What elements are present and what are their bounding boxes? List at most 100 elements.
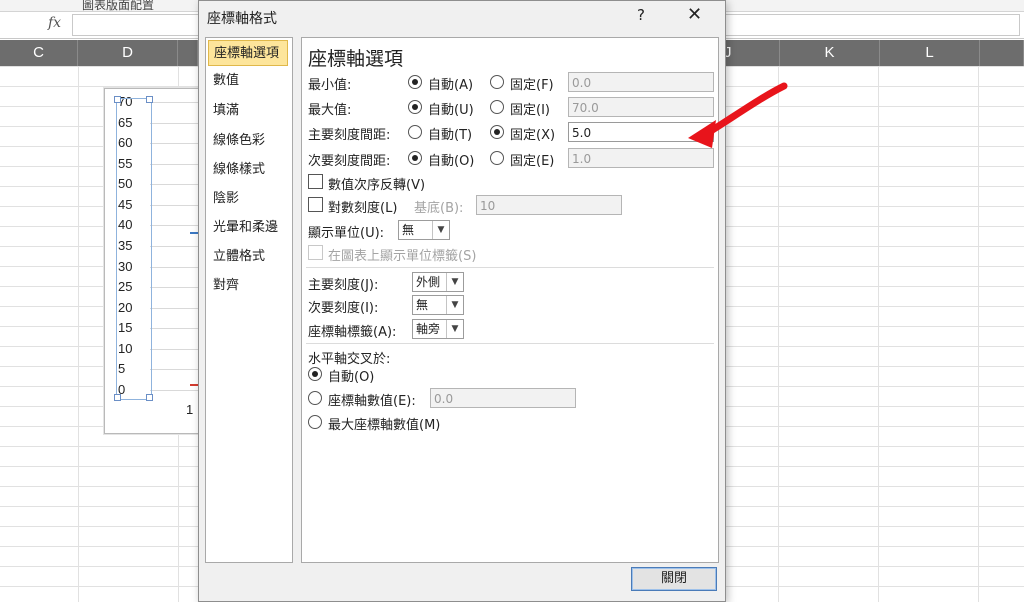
min-row: 最小值: 自動(A) 固定(F) 0.0 xyxy=(302,72,718,93)
show-units-row: 在圖表上顯示單位標籤(S) xyxy=(302,243,718,264)
log-scale-checkbox[interactable] xyxy=(308,197,323,212)
column-header-c[interactable]: C xyxy=(0,40,78,66)
nav-glow-soft-edges[interactable]: 光暈和柔邊 xyxy=(208,215,288,241)
axis-labels-row: 座標軸標籤(A): 軸旁 ▼ xyxy=(302,319,718,340)
show-units-label-checkbox[interactable] xyxy=(308,245,323,260)
chart-gridline xyxy=(150,102,200,103)
max-fixed-label: 固定(I) xyxy=(510,103,550,118)
chart-gridline xyxy=(150,122,200,124)
minor-tick-value: 無 xyxy=(416,298,429,312)
chevron-down-icon: ▼ xyxy=(432,221,449,239)
chart-gridline xyxy=(150,246,200,247)
cross-max-radio[interactable] xyxy=(308,415,322,429)
column-header-e-partial[interactable] xyxy=(178,40,198,66)
display-units-row: 顯示單位(U): 無 ▼ xyxy=(302,220,718,241)
nav-number[interactable]: 數值 xyxy=(208,68,288,94)
column-header-j[interactable]: J xyxy=(724,40,780,66)
minor-unit-label: 次要刻度間距: xyxy=(308,154,391,169)
chart-gridline xyxy=(150,266,200,268)
axis-labels-value: 軸旁 xyxy=(416,322,441,336)
selection-handle[interactable] xyxy=(114,96,121,103)
column-header-m-partial[interactable] xyxy=(980,40,1024,66)
divider xyxy=(306,343,714,344)
chart-gridline xyxy=(150,287,200,289)
cross-max-label: 最大座標軸數值(M) xyxy=(328,418,441,433)
cross-max-row: 最大座標軸數值(M) xyxy=(302,412,718,433)
axis-options-panel: 座標軸選項 最小值: 自動(A) 固定(F) 0.0 最大值: 自動(U) 固定… xyxy=(301,37,719,563)
cross-auto-row: 自動(O) xyxy=(302,364,718,385)
nav-line-color[interactable]: 線條色彩 xyxy=(208,128,288,154)
nav-fill[interactable]: 填滿 xyxy=(208,98,288,124)
cross-axis-value-radio[interactable] xyxy=(308,391,322,405)
reverse-row: 數值次序反轉(V) xyxy=(302,172,718,193)
major-auto-label: 自動(T) xyxy=(428,128,473,143)
dialog-title: 座標軸格式 xyxy=(207,11,277,27)
major-fixed-label: 固定(X) xyxy=(510,128,556,143)
nav-3d-format[interactable]: 立體格式 xyxy=(208,244,288,270)
chart-gridline xyxy=(150,225,200,227)
category-nav: 座標軸選項 數值 填滿 線條色彩 線條樣式 陰影 光暈和柔邊 立體格式 對齊 xyxy=(205,37,293,563)
minor-tick-row: 次要刻度(I): 無 ▼ xyxy=(302,295,718,316)
min-auto-radio[interactable] xyxy=(408,75,422,89)
reverse-order-label: 數值次序反轉(V) xyxy=(328,178,426,193)
reverse-order-checkbox[interactable] xyxy=(308,174,323,189)
nav-axis-options[interactable]: 座標軸選項 xyxy=(208,40,288,66)
max-auto-label: 自動(U) xyxy=(428,103,474,118)
major-auto-radio[interactable] xyxy=(408,125,422,139)
cross-auto-label: 自動(O) xyxy=(328,370,375,385)
minor-unit-row: 次要刻度間距: 自動(O) 固定(E) 1.0 xyxy=(302,148,718,169)
max-auto-radio[interactable] xyxy=(408,100,422,114)
close-icon[interactable]: ✕ xyxy=(687,4,702,25)
show-units-label-text: 在圖表上顯示單位標籤(S) xyxy=(328,249,477,264)
chart-gridline xyxy=(150,369,200,371)
chevron-down-icon: ▼ xyxy=(446,320,463,338)
major-tick-value: 外側 xyxy=(416,275,441,289)
column-header-d[interactable]: D xyxy=(78,40,178,66)
column-header-l[interactable]: L xyxy=(880,40,980,66)
nav-line-style[interactable]: 線條樣式 xyxy=(208,157,288,183)
chart-gridline xyxy=(150,328,200,330)
major-tick-select[interactable]: 外側 ▼ xyxy=(412,272,464,292)
x-axis-tick-label: 1 xyxy=(186,402,194,417)
max-fixed-radio[interactable] xyxy=(490,100,504,114)
log-base-label: 基底(B): xyxy=(414,201,464,216)
minor-fixed-label: 固定(E) xyxy=(510,154,555,169)
display-units-label: 顯示單位(U): xyxy=(308,226,385,241)
fx-icon[interactable]: fx xyxy=(48,15,61,31)
min-label: 最小值: xyxy=(308,78,352,93)
display-units-select[interactable]: 無 ▼ xyxy=(398,220,450,240)
cross-axis-value-field[interactable]: 0.0 xyxy=(430,388,576,408)
minor-fixed-radio[interactable] xyxy=(490,151,504,165)
log-base-field[interactable]: 10 xyxy=(476,195,622,215)
min-fixed-radio[interactable] xyxy=(490,75,504,89)
minor-auto-radio[interactable] xyxy=(408,151,422,165)
major-fixed-radio[interactable] xyxy=(490,125,504,139)
cross-auto-radio[interactable] xyxy=(308,367,322,381)
major-unit-label: 主要刻度間距: xyxy=(308,128,391,143)
min-fixed-label: 固定(F) xyxy=(510,78,554,93)
chart-gridline xyxy=(150,184,200,186)
nav-shadow[interactable]: 陰影 xyxy=(208,186,288,212)
cross-value-row: 座標軸數值(E): 0.0 xyxy=(302,388,718,409)
axis-labels-label: 座標軸標籤(A): xyxy=(308,325,397,340)
chevron-down-icon: ▼ xyxy=(446,296,463,314)
close-button[interactable]: 關閉 xyxy=(631,567,717,591)
nav-alignment[interactable]: 對齊 xyxy=(208,273,288,299)
major-tick-label: 主要刻度(J): xyxy=(308,278,379,293)
log-row: 對數刻度(L) 基底(B): 10 xyxy=(302,195,718,216)
axis-labels-select[interactable]: 軸旁 ▼ xyxy=(412,319,464,339)
help-icon[interactable]: ? xyxy=(637,6,645,24)
chart-gridline xyxy=(150,307,200,309)
cross-heading-row: 水平軸交叉於: xyxy=(302,346,718,367)
chart-gridline xyxy=(150,390,200,391)
minor-auto-label: 自動(O) xyxy=(428,154,475,169)
selection-handle[interactable] xyxy=(146,394,153,401)
divider xyxy=(306,267,714,268)
vertical-axis-selection[interactable] xyxy=(116,98,152,400)
minor-tick-select[interactable]: 無 ▼ xyxy=(412,295,464,315)
column-header-k[interactable]: K xyxy=(780,40,880,66)
selection-handle[interactable] xyxy=(114,394,121,401)
panel-title: 座標軸選項 xyxy=(308,48,404,70)
display-units-value: 無 xyxy=(402,223,415,237)
selection-handle[interactable] xyxy=(146,96,153,103)
